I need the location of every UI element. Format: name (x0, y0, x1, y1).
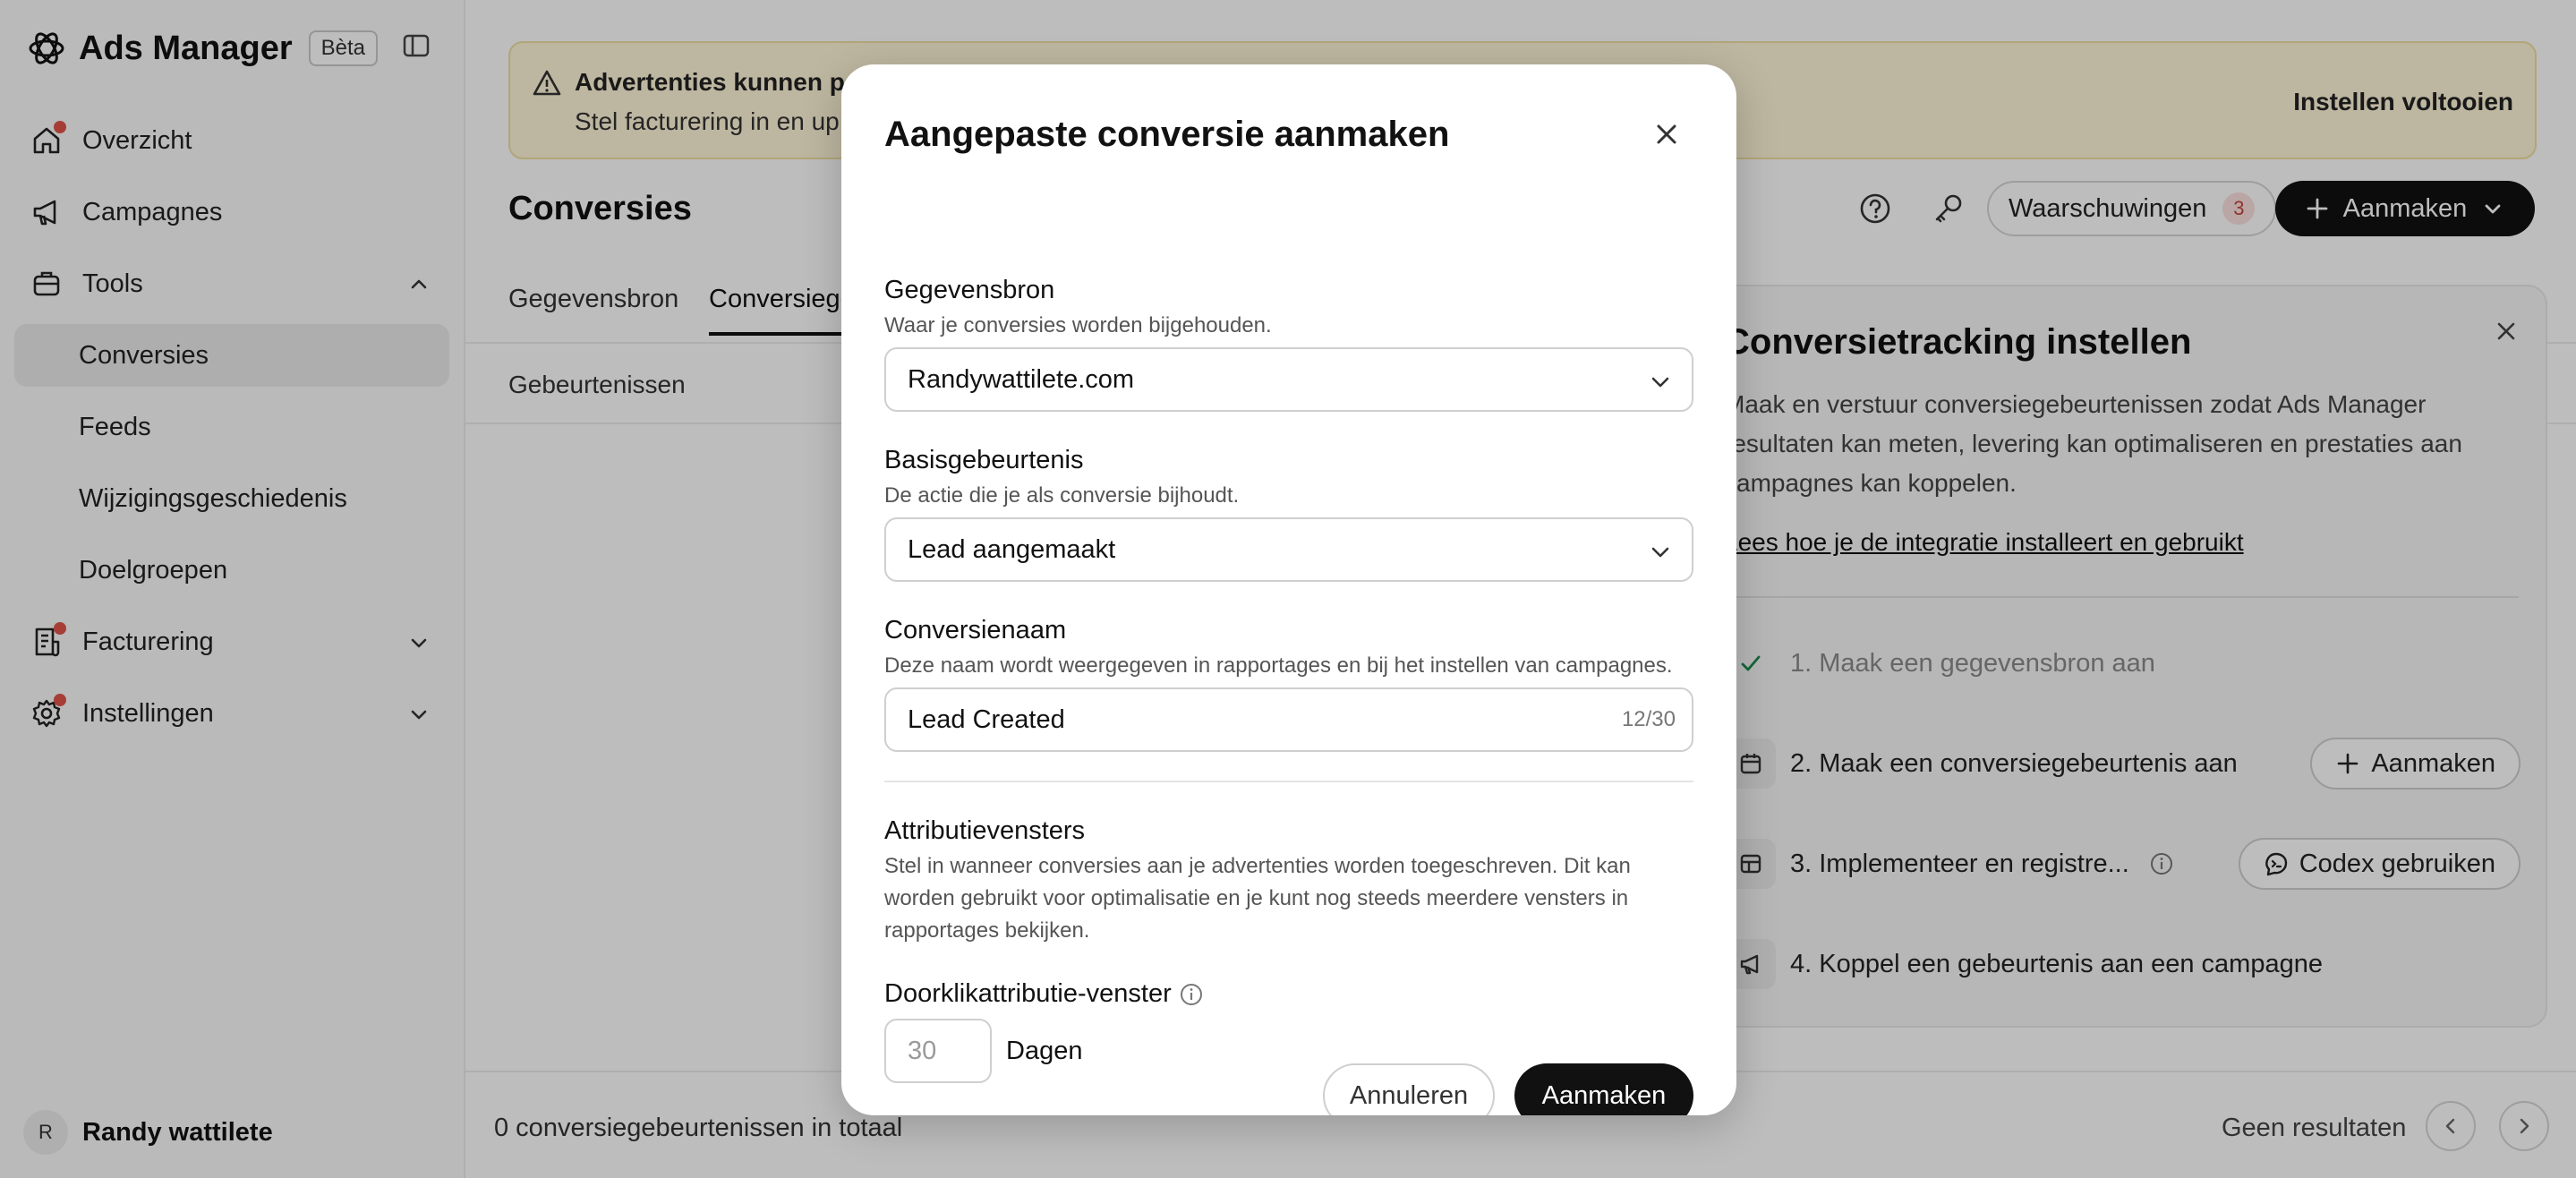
data-source-select[interactable]: Randywattilete.com (884, 347, 1693, 412)
base-event-select[interactable]: Lead aangemaakt (884, 517, 1693, 582)
conversion-name-input[interactable]: Lead Created 12/30 (884, 687, 1693, 752)
base-event-label: Basisgebeurtenis (884, 446, 1084, 474)
select-value: Randywattilete.com (908, 364, 1135, 394)
modal-title: Aangepaste conversie aanmaken (884, 115, 1450, 154)
data-source-label: Gegevensbron (884, 276, 1055, 304)
attribution-windows-label: Attributievensters (884, 816, 1086, 845)
conversion-name-label: Conversienaam (884, 616, 1067, 644)
attribution-windows-hint: Stel in wanneer conversies aan je advert… (884, 854, 1631, 943)
create-conversion-button[interactable]: Aanmaken (1514, 1063, 1693, 1115)
click-window-days-input[interactable]: 30 (884, 1019, 992, 1083)
chevron-down-icon (1651, 377, 1669, 388)
base-event-hint: De actie die je als conversie bijhoudt. (884, 483, 1240, 508)
select-value: Lead aangemaakt (908, 534, 1116, 564)
click-window-label: Doorklikattributie-venster (884, 979, 1172, 1008)
data-source-hint: Waar je conversies worden bijgehouden. (884, 313, 1272, 337)
character-counter: 12/30 (1621, 707, 1676, 731)
conversion-name-hint: Deze naam wordt weergegeven in rapportag… (884, 653, 1673, 678)
create-conversion-modal: Aangepaste conversie aanmaken Gegevensbr… (841, 64, 1736, 1115)
close-icon[interactable] (1651, 118, 1683, 150)
info-icon[interactable] (1178, 981, 1205, 1008)
input-value: Lead Created (908, 704, 1065, 734)
divider (884, 781, 1693, 782)
chevron-down-icon (1651, 547, 1669, 558)
cancel-button[interactable]: Annuleren (1323, 1063, 1495, 1115)
days-unit-label: Dagen (1006, 1037, 1083, 1065)
